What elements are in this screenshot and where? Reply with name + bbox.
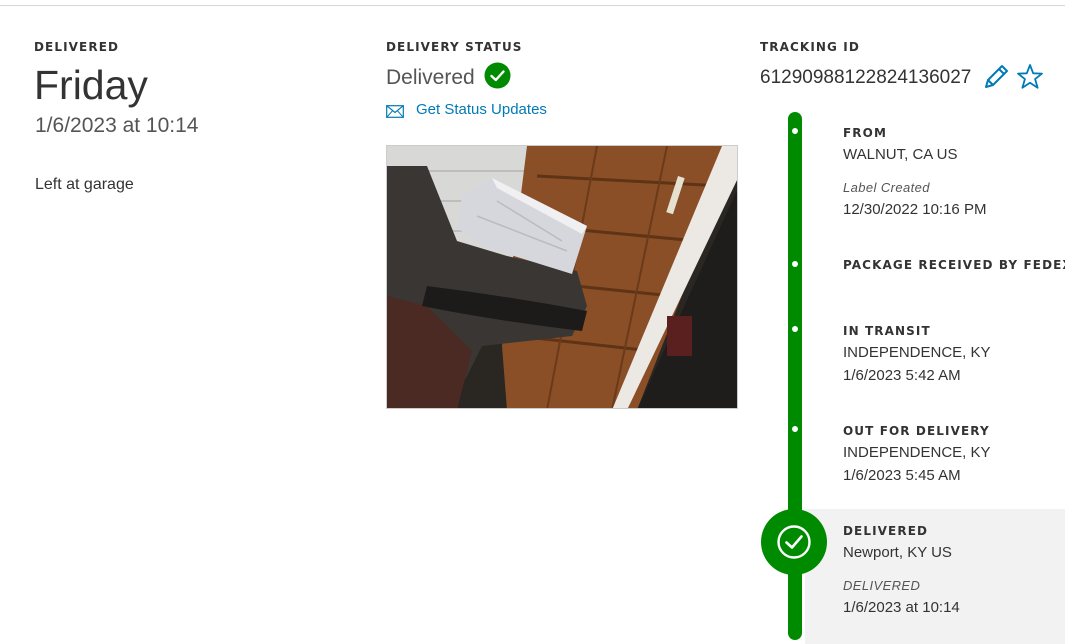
event-received-title: PACKAGE RECEIVED BY FEDEX xyxy=(843,258,1065,272)
event-out-title: OUT FOR DELIVERY xyxy=(843,424,990,438)
event-from-location: WALNUT, CA US xyxy=(843,146,958,163)
event-delivered-sublabel: DELIVERED xyxy=(843,578,921,593)
delivered-check-icon xyxy=(761,509,827,575)
delivery-status-label: DELIVERY STATUS xyxy=(386,40,523,54)
check-circle-icon xyxy=(484,62,511,89)
get-status-updates-link[interactable]: Get Status Updates xyxy=(416,101,547,118)
event-transit-title: IN TRANSIT xyxy=(843,324,931,338)
event-transit-datetime: 1/6/2023 5:42 AM xyxy=(843,367,961,384)
timeline-dot-out xyxy=(792,426,798,432)
event-transit-location: INDEPENDENCE, KY xyxy=(843,344,991,361)
tracking-number: 61290988122824136027 xyxy=(760,67,972,88)
event-delivered-title: DELIVERED xyxy=(843,524,929,538)
mail-icon xyxy=(386,105,404,118)
tracking-id-label: TRACKING ID xyxy=(760,40,860,54)
event-out-location: INDEPENDENCE, KY xyxy=(843,444,991,461)
top-divider xyxy=(0,5,1065,6)
delivery-note: Left at garage xyxy=(35,176,134,193)
delivery-status-value: Delivered xyxy=(386,66,475,89)
delivery-datetime: 1/6/2023 at 10:14 xyxy=(35,114,199,137)
event-from-sublabel: Label Created xyxy=(843,180,930,195)
pencil-icon[interactable] xyxy=(981,62,1011,92)
event-from-datetime: 12/30/2022 10:16 PM xyxy=(843,201,987,218)
delivery-day: Friday xyxy=(34,62,148,108)
event-from-title: FROM xyxy=(843,126,887,140)
star-icon[interactable] xyxy=(1015,62,1045,92)
event-out-datetime: 1/6/2023 5:45 AM xyxy=(843,467,961,484)
timeline-dot-from xyxy=(792,128,798,134)
event-delivered-location: Newport, KY US xyxy=(843,544,952,561)
event-delivered-datetime: 1/6/2023 at 10:14 xyxy=(843,599,960,616)
delivered-label: DELIVERED xyxy=(34,40,120,54)
delivery-photo[interactable] xyxy=(386,145,738,409)
timeline-dot-received xyxy=(792,261,798,267)
timeline-dot-transit xyxy=(792,326,798,332)
